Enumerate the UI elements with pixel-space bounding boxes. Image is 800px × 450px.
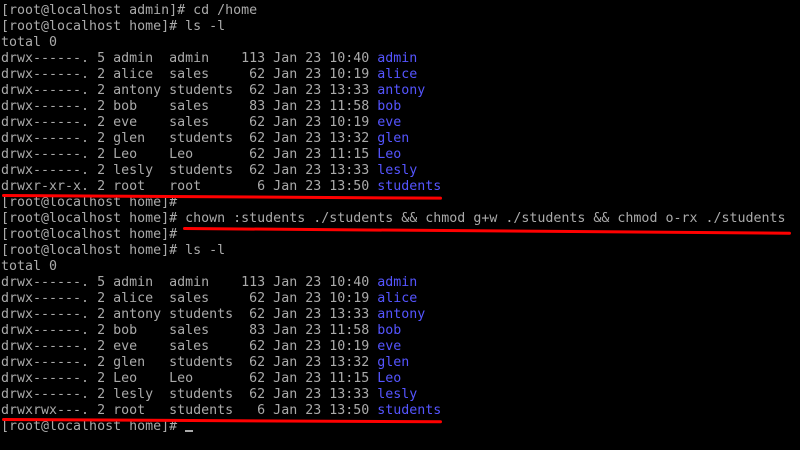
entry-metadata: drwx------. 2 Leo Leo 62 Jan 23 11:15	[1, 371, 378, 386]
listing-entry: drwx------. 2 antony students 62 Jan 23 …	[1, 83, 425, 99]
annotation-underline-command	[182, 227, 791, 235]
prompt-line: [root@localhost home]# ls -l	[1, 19, 225, 35]
shell-command: chown :students ./students && chmod g+w …	[185, 211, 786, 226]
listing-entry: drwx------. 2 glen students 62 Jan 23 13…	[1, 355, 409, 371]
directory-name: lesly	[377, 387, 418, 402]
directory-name: Leo	[377, 147, 402, 162]
directory-name: Leo	[377, 371, 402, 386]
entry-metadata: drwx------. 5 admin admin 113 Jan 23 10:…	[1, 275, 378, 290]
entry-metadata: drwx------. 2 lesly students 62 Jan 23 1…	[1, 163, 378, 178]
entry-metadata: drwx------. 2 antony students 62 Jan 23 …	[1, 83, 378, 98]
listing-entry: drwx------. 2 eve sales 62 Jan 23 10:19 …	[1, 339, 401, 355]
entry-metadata: drwx------. 2 glen students 62 Jan 23 13…	[1, 355, 378, 370]
text-cursor[interactable]	[185, 430, 194, 432]
listing-entry: drwx------. 2 bob sales 83 Jan 23 11:58 …	[1, 323, 401, 339]
entry-metadata: drwx------. 2 alice sales 62 Jan 23 10:1…	[1, 291, 378, 306]
directory-name: eve	[377, 339, 402, 354]
entry-metadata: drwxr-xr-x. 2 root root 6 Jan 23 13:50	[1, 179, 378, 194]
directory-name: alice	[377, 67, 418, 82]
shell-command: ls -l	[185, 19, 226, 34]
listing-entry: drwx------. 2 lesly students 62 Jan 23 1…	[1, 163, 417, 179]
entry-metadata: drwx------. 2 glen students 62 Jan 23 13…	[1, 131, 378, 146]
entry-metadata: drwxrwx---. 2 root students 6 Jan 23 13:…	[1, 403, 378, 418]
shell-prompt: [root@localhost home]#	[1, 243, 186, 258]
listing-entry: drwx------. 2 eve sales 62 Jan 23 10:19 …	[1, 115, 401, 131]
prompt-line: [root@localhost home]#	[1, 227, 185, 243]
listing-entry: drwx------. 2 alice sales 62 Jan 23 10:1…	[1, 291, 417, 307]
shell-prompt: [root@localhost home]#	[1, 227, 186, 242]
listing-entry: drwxrwx---. 2 root students 6 Jan 23 13:…	[1, 403, 441, 419]
entry-metadata: drwx------. 2 eve sales 62 Jan 23 10:19	[1, 339, 378, 354]
entry-metadata: drwx------. 2 bob sales 83 Jan 23 11:58	[1, 99, 378, 114]
directory-name: students	[377, 403, 442, 418]
terminal-window[interactable]: [root@localhost admin]# cd /home [root@lo…	[0, 0, 800, 450]
prompt-line: [root@localhost admin]# cd /home	[1, 3, 257, 19]
entry-metadata: drwx------. 2 lesly students 62 Jan 23 1…	[1, 387, 378, 402]
directory-name: glen	[377, 131, 410, 146]
listing-entry: drwxr-xr-x. 2 root root 6 Jan 23 13:50 s…	[1, 179, 441, 195]
listing-entry: drwx------. 2 bob sales 83 Jan 23 11:58 …	[1, 99, 401, 115]
shell-prompt: [root@localhost home]#	[1, 211, 186, 226]
entry-metadata: drwx------. 5 admin admin 113 Jan 23 10:…	[1, 51, 378, 66]
shell-prompt: [root@localhost admin]#	[1, 3, 194, 18]
directory-name: glen	[377, 355, 410, 370]
listing-entry: drwx------. 2 glen students 62 Jan 23 13…	[1, 131, 409, 147]
directory-name: antony	[377, 83, 426, 98]
output-text: total 0	[1, 35, 58, 50]
shell-command: cd /home	[193, 3, 258, 18]
entry-metadata: drwx------. 2 eve sales 62 Jan 23 10:19	[1, 115, 378, 130]
directory-name: students	[377, 179, 442, 194]
entry-metadata: drwx------. 2 Leo Leo 62 Jan 23 11:15	[1, 147, 378, 162]
directory-name: bob	[377, 323, 402, 338]
prompt-line: [root@localhost home]# chown :students .…	[1, 211, 786, 227]
listing-entry: drwx------. 2 Leo Leo 62 Jan 23 11:15 Le…	[1, 371, 401, 387]
directory-name: admin	[377, 51, 418, 66]
listing-entry: drwx------. 5 admin admin 113 Jan 23 10:…	[1, 275, 417, 291]
listing-entry: drwx------. 2 lesly students 62 Jan 23 1…	[1, 387, 417, 403]
directory-name: alice	[377, 291, 418, 306]
entry-metadata: drwx------. 2 bob sales 83 Jan 23 11:58	[1, 323, 378, 338]
directory-name: admin	[377, 275, 418, 290]
entry-metadata: drwx------. 2 antony students 62 Jan 23 …	[1, 307, 378, 322]
listing-entry: drwx------. 5 admin admin 113 Jan 23 10:…	[1, 51, 417, 67]
directory-name: eve	[377, 115, 402, 130]
directory-name: lesly	[377, 163, 418, 178]
entry-metadata: drwx------. 2 alice sales 62 Jan 23 10:1…	[1, 67, 378, 82]
prompt-line: [root@localhost home]# ls -l	[1, 243, 225, 259]
shell-command: ls -l	[185, 243, 226, 258]
listing-entry: drwx------. 2 Leo Leo 62 Jan 23 11:15 Le…	[1, 147, 401, 163]
directory-name: bob	[377, 99, 402, 114]
listing-entry: drwx------. 2 antony students 62 Jan 23 …	[1, 307, 425, 323]
output-text: total 0	[1, 259, 58, 274]
directory-name: antony	[377, 307, 426, 322]
shell-prompt: [root@localhost home]#	[1, 19, 186, 34]
listing-entry: drwx------. 2 alice sales 62 Jan 23 10:1…	[1, 67, 417, 83]
